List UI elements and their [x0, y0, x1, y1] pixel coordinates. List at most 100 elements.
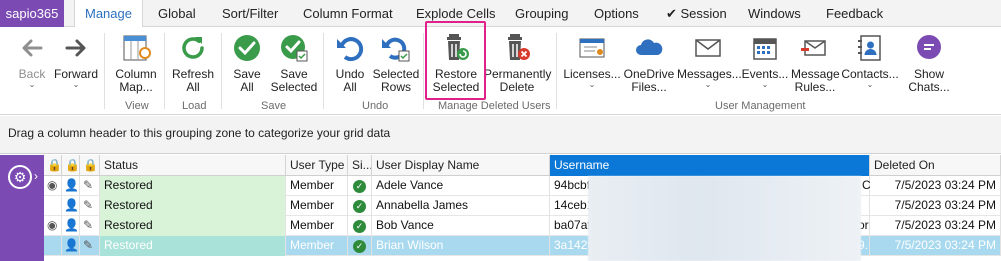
- separator: [104, 33, 105, 109]
- header-username[interactable]: Username: [550, 155, 870, 176]
- arrow-right-icon: [59, 31, 93, 65]
- events-button[interactable]: Events... ⌄: [740, 31, 790, 89]
- separator: [221, 33, 222, 109]
- restore-label-2: Selected: [432, 80, 480, 94]
- chevron-right-icon[interactable]: ›: [34, 169, 38, 183]
- separator: [323, 33, 324, 109]
- tab-sort-filter[interactable]: Sort/Filter: [222, 0, 278, 27]
- show-chats-button[interactable]: Show Chats...: [901, 31, 957, 94]
- check-icon: ✓: [348, 176, 372, 196]
- cell-deleted-on: 7/5/2023 03:24 PM: [870, 196, 1001, 216]
- cell-user-type: Member: [286, 236, 348, 256]
- back-button[interactable]: Back ⌄: [12, 31, 52, 89]
- tab-manage[interactable]: Manage: [74, 0, 143, 28]
- save-all-button[interactable]: Save All: [228, 31, 266, 94]
- user-icon: 👤: [62, 176, 80, 196]
- delete-trash-icon: [500, 31, 534, 65]
- lock-icon[interactable]: 🔒: [80, 155, 100, 176]
- gear-icon[interactable]: ⚙: [8, 165, 32, 189]
- chevron-down-icon: ⌄: [761, 80, 769, 89]
- chevron-down-icon: ⌄: [72, 80, 80, 89]
- arrow-left-icon: [15, 31, 49, 65]
- tab-bar: sapio365 Manage Global Sort/Filter Colum…: [0, 0, 1001, 28]
- undo-all-button[interactable]: Undo All: [330, 31, 370, 94]
- tab-windows[interactable]: Windows: [748, 0, 801, 27]
- user-icon: 👤: [62, 196, 80, 216]
- contacts-button[interactable]: Contacts... ⌄: [840, 31, 900, 89]
- chat-icon: [912, 31, 946, 65]
- lock-icon[interactable]: 🔒: [44, 155, 62, 176]
- lock-icon[interactable]: 🔒: [62, 155, 80, 176]
- check-icon: ✓: [348, 216, 372, 236]
- forward-button[interactable]: Forward ⌄: [53, 31, 99, 89]
- perm-delete-label-2: Delete: [499, 80, 535, 94]
- envelope-icon: [691, 31, 725, 65]
- cell-user-type: Member: [286, 176, 348, 196]
- radio-icon[interactable]: ◉: [44, 216, 62, 236]
- group-label-user-management: User Management: [715, 100, 806, 112]
- cell-username-tail: C: [862, 178, 870, 192]
- pencil-icon: ✎: [80, 236, 100, 256]
- header-si[interactable]: Si...: [348, 155, 372, 176]
- refresh-all-button[interactable]: Refresh All: [168, 31, 218, 94]
- cell-deleted-on: 7/5/2023 03:24 PM: [870, 216, 1001, 236]
- separator: [423, 33, 424, 109]
- cell-status: Restored: [100, 176, 286, 196]
- chevron-down-icon: ⌄: [866, 80, 874, 89]
- check-circle-icon: [230, 31, 264, 65]
- calendar-icon: [748, 31, 782, 65]
- undo-selected-rows-button[interactable]: Selected Rows: [371, 31, 421, 94]
- tab-options[interactable]: Options: [594, 0, 639, 27]
- header-status[interactable]: Status: [100, 155, 286, 176]
- column-map-label-2: Map...: [119, 80, 153, 94]
- grouping-zone[interactable]: Drag a column header to this grouping zo…: [0, 116, 1001, 154]
- messages-button[interactable]: Messages... ⌄: [677, 31, 742, 89]
- save-selected-label-2: Selected: [270, 80, 318, 94]
- tab-session[interactable]: ✔ Session: [666, 0, 727, 27]
- tab-column-format[interactable]: Column Format: [303, 0, 393, 27]
- tab-feedback[interactable]: Feedback: [826, 0, 883, 27]
- grid-side-panel[interactable]: ⚙ ›: [0, 155, 44, 261]
- restore-selected-button[interactable]: Restore Selected: [429, 31, 483, 94]
- check-circle-selected-icon: [277, 31, 311, 65]
- tab-explode-cells[interactable]: Explode Cells: [416, 0, 496, 27]
- header-user-type[interactable]: User Type: [286, 155, 348, 176]
- header-deleted-on[interactable]: Deleted On: [870, 155, 1001, 176]
- separator: [556, 33, 557, 109]
- refresh-icon: [176, 31, 210, 65]
- cell-user-type: Member: [286, 196, 348, 216]
- onedrive-label-2: Files...: [631, 80, 667, 94]
- permanently-delete-button[interactable]: Permanently Delete: [484, 31, 551, 94]
- cell-display-name: Adele Vance: [372, 176, 550, 196]
- tab-brand[interactable]: sapio365: [0, 0, 64, 27]
- undo-all-label-2: All: [343, 80, 357, 94]
- onedrive-files-button[interactable]: OneDrive Files...: [622, 31, 676, 94]
- check-icon: ✓: [348, 196, 372, 216]
- grouping-zone-text: Drag a column header to this grouping zo…: [8, 126, 391, 140]
- group-label-load: Load: [182, 100, 207, 112]
- save-all-label-2: All: [240, 80, 254, 94]
- cell-user-type: Member: [286, 216, 348, 236]
- header-user-display-name[interactable]: User Display Name: [372, 155, 550, 176]
- chevron-down-icon: ⌄: [704, 80, 712, 89]
- message-rules-button[interactable]: Message Rules...: [791, 31, 840, 94]
- undo-selected-label-2: Rows: [380, 80, 411, 94]
- licenses-button[interactable]: Licenses... ⌄: [563, 31, 621, 89]
- group-label-view: View: [125, 100, 149, 112]
- tab-grouping[interactable]: Grouping: [515, 0, 568, 27]
- separator: [164, 33, 165, 109]
- pencil-icon: ✎: [80, 216, 100, 236]
- column-map-icon: [119, 31, 153, 65]
- cell-deleted-on: 7/5/2023 03:24 PM: [870, 236, 1001, 256]
- group-label-manage-deleted: Manage Deleted Users: [438, 100, 551, 112]
- radio-icon[interactable]: ◉: [44, 176, 62, 196]
- column-map-button[interactable]: Column Map...: [110, 31, 162, 94]
- cell-display-name: Brian Wilson: [372, 236, 550, 256]
- restore-trash-icon: [439, 31, 473, 65]
- cell-status: Restored: [100, 236, 286, 256]
- cell-deleted-on: 7/5/2023 03:24 PM: [870, 176, 1001, 196]
- refresh-label-2: All: [186, 80, 200, 94]
- user-icon: 👤: [62, 216, 80, 236]
- save-selected-button[interactable]: Save Selected: [268, 31, 320, 94]
- tab-global[interactable]: Global: [158, 0, 196, 27]
